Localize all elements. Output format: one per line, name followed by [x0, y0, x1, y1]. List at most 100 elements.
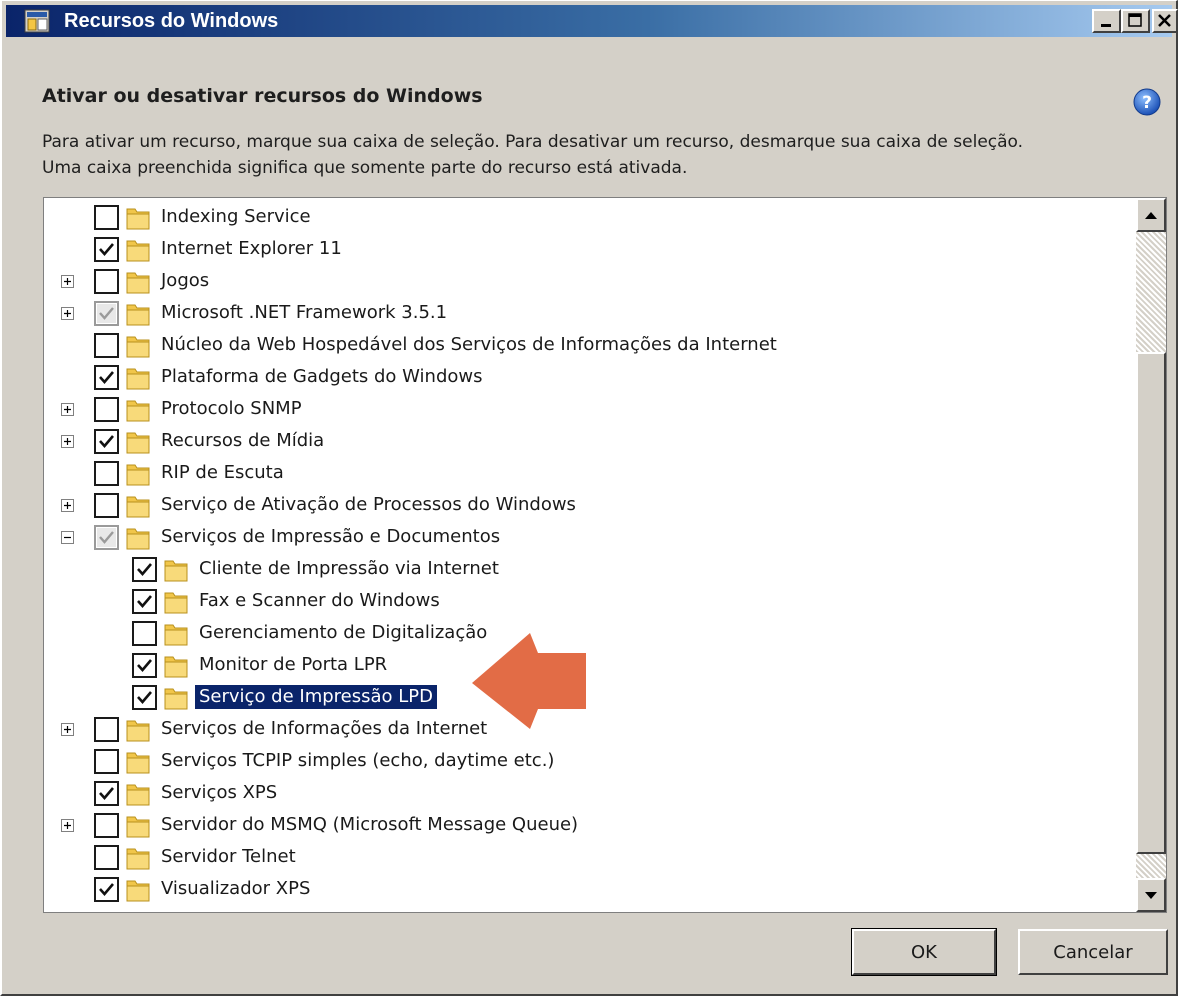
- help-icon[interactable]: ?: [1132, 87, 1162, 117]
- feature-checkbox[interactable]: [94, 813, 119, 838]
- plus-icon: [64, 726, 71, 733]
- tree-row[interactable]: Microsoft .NET Framework 3.5.1: [44, 297, 1134, 329]
- feature-label[interactable]: Gerenciamento de Digitalização: [199, 621, 487, 645]
- folder-icon: [125, 299, 151, 327]
- tree-row[interactable]: Serviços TCPIP simples (echo, daytime et…: [44, 745, 1134, 777]
- maximize-button[interactable]: [1121, 9, 1150, 33]
- feature-label[interactable]: Indexing Service: [161, 205, 311, 229]
- feature-checkbox[interactable]: [94, 525, 119, 550]
- feature-checkbox[interactable]: [94, 877, 119, 902]
- folder-icon: [125, 363, 151, 391]
- feature-checkbox[interactable]: [94, 205, 119, 230]
- arrow-up-icon: [1145, 212, 1157, 219]
- feature-label[interactable]: Serviço de Impressão LPD: [195, 685, 438, 709]
- feature-label[interactable]: Serviço de Ativação de Processos do Wind…: [161, 493, 576, 517]
- feature-label[interactable]: Microsoft .NET Framework 3.5.1: [161, 301, 447, 325]
- expand-button[interactable]: [61, 307, 74, 320]
- feature-checkbox[interactable]: [94, 301, 119, 326]
- tree-row[interactable]: Internet Explorer 11: [44, 233, 1134, 265]
- expand-button[interactable]: [61, 499, 74, 512]
- expand-button[interactable]: [61, 403, 74, 416]
- scroll-up-button[interactable]: [1136, 198, 1166, 232]
- title-bar[interactable]: Recursos do Windows: [6, 5, 1178, 37]
- minimize-icon: [1101, 24, 1111, 27]
- ok-button[interactable]: OK: [851, 928, 997, 976]
- feature-label[interactable]: Serviços de Informações da Internet: [161, 717, 487, 741]
- tree-row[interactable]: Indexing Service: [44, 201, 1134, 233]
- tree-row[interactable]: RIP de Escuta: [44, 457, 1134, 489]
- close-button[interactable]: [1152, 9, 1178, 33]
- scroll-thumb[interactable]: [1136, 352, 1166, 854]
- feature-checkbox[interactable]: [94, 365, 119, 390]
- feature-label[interactable]: Visualizador XPS: [161, 877, 310, 901]
- feature-checkbox[interactable]: [94, 269, 119, 294]
- tree-row[interactable]: Plataforma de Gadgets do Windows: [44, 361, 1134, 393]
- feature-label[interactable]: RIP de Escuta: [161, 461, 284, 485]
- features-tree[interactable]: Indexing Service Internet Explorer 11 Jogo…: [43, 197, 1167, 913]
- expand-button[interactable]: [61, 819, 74, 832]
- feature-checkbox[interactable]: [132, 589, 157, 614]
- folder-icon: [125, 235, 151, 263]
- tree-row[interactable]: Serviços de Impressão e Documentos: [44, 521, 1134, 553]
- feature-checkbox[interactable]: [94, 397, 119, 422]
- feature-label[interactable]: Monitor de Porta LPR: [199, 653, 387, 677]
- feature-checkbox[interactable]: [94, 429, 119, 454]
- expand-button[interactable]: [61, 723, 74, 736]
- feature-checkbox[interactable]: [132, 685, 157, 710]
- feature-label[interactable]: Protocolo SNMP: [161, 397, 302, 421]
- feature-checkbox[interactable]: [94, 333, 119, 358]
- tree-row[interactable]: Protocolo SNMP: [44, 393, 1134, 425]
- scroll-down-button[interactable]: [1136, 878, 1166, 912]
- feature-label[interactable]: Cliente de Impressão via Internet: [199, 557, 499, 581]
- folder-icon: [125, 779, 151, 807]
- feature-label[interactable]: Núcleo da Web Hospedável dos Serviços de…: [161, 333, 777, 357]
- feature-checkbox[interactable]: [94, 493, 119, 518]
- expand-button[interactable]: [61, 275, 74, 288]
- feature-label[interactable]: Serviços XPS: [161, 781, 277, 805]
- collapse-button[interactable]: [61, 531, 74, 544]
- folder-icon: [125, 331, 151, 359]
- feature-checkbox[interactable]: [132, 621, 157, 646]
- feature-checkbox[interactable]: [94, 845, 119, 870]
- vertical-scrollbar[interactable]: [1136, 198, 1166, 912]
- plus-icon: [64, 822, 71, 829]
- feature-checkbox[interactable]: [94, 237, 119, 262]
- feature-checkbox[interactable]: [94, 717, 119, 742]
- feature-label[interactable]: Recursos de Mídia: [161, 429, 324, 453]
- feature-label[interactable]: Plataforma de Gadgets do Windows: [161, 365, 483, 389]
- folder-icon: [125, 747, 151, 775]
- plus-icon: [64, 406, 71, 413]
- feature-label[interactable]: Servidor Telnet: [161, 845, 296, 869]
- minus-icon: [64, 536, 71, 539]
- plus-icon: [64, 502, 71, 509]
- feature-checkbox[interactable]: [94, 781, 119, 806]
- windows-features-dialog: Recursos do Windows Ativar ou desativar …: [0, 0, 1178, 996]
- tree-row[interactable]: Fax e Scanner do Windows: [44, 585, 1134, 617]
- tree-row[interactable]: Servidor Telnet: [44, 841, 1134, 873]
- scroll-track[interactable]: [1136, 232, 1166, 352]
- tree-row[interactable]: Cliente de Impressão via Internet: [44, 553, 1134, 585]
- tree-row[interactable]: Recursos de Mídia: [44, 425, 1134, 457]
- feature-label[interactable]: Serviços TCPIP simples (echo, daytime et…: [161, 749, 554, 773]
- dialog-description: Para ativar um recurso, marque sua caixa…: [42, 129, 1023, 181]
- tree-row[interactable]: Jogos: [44, 265, 1134, 297]
- tree-row[interactable]: Servidor do MSMQ (Microsoft Message Queu…: [44, 809, 1134, 841]
- tree-row[interactable]: Serviços XPS: [44, 777, 1134, 809]
- expand-button[interactable]: [61, 435, 74, 448]
- tree-row[interactable]: Visualizador XPS: [44, 873, 1134, 905]
- folder-icon: [125, 459, 151, 487]
- tree-row[interactable]: Núcleo da Web Hospedável dos Serviços de…: [44, 329, 1134, 361]
- feature-label[interactable]: Serviços de Impressão e Documentos: [161, 525, 500, 549]
- feature-label[interactable]: Jogos: [161, 269, 209, 293]
- feature-checkbox[interactable]: [132, 653, 157, 678]
- cancel-button[interactable]: Cancelar: [1018, 929, 1168, 975]
- feature-checkbox[interactable]: [94, 461, 119, 486]
- feature-checkbox[interactable]: [94, 749, 119, 774]
- minimize-button[interactable]: [1092, 9, 1121, 33]
- feature-label[interactable]: Servidor do MSMQ (Microsoft Message Queu…: [161, 813, 578, 837]
- scroll-track[interactable]: [1136, 854, 1166, 878]
- feature-label[interactable]: Fax e Scanner do Windows: [199, 589, 440, 613]
- tree-row[interactable]: Serviço de Ativação de Processos do Wind…: [44, 489, 1134, 521]
- feature-checkbox[interactable]: [132, 557, 157, 582]
- feature-label[interactable]: Internet Explorer 11: [161, 237, 342, 261]
